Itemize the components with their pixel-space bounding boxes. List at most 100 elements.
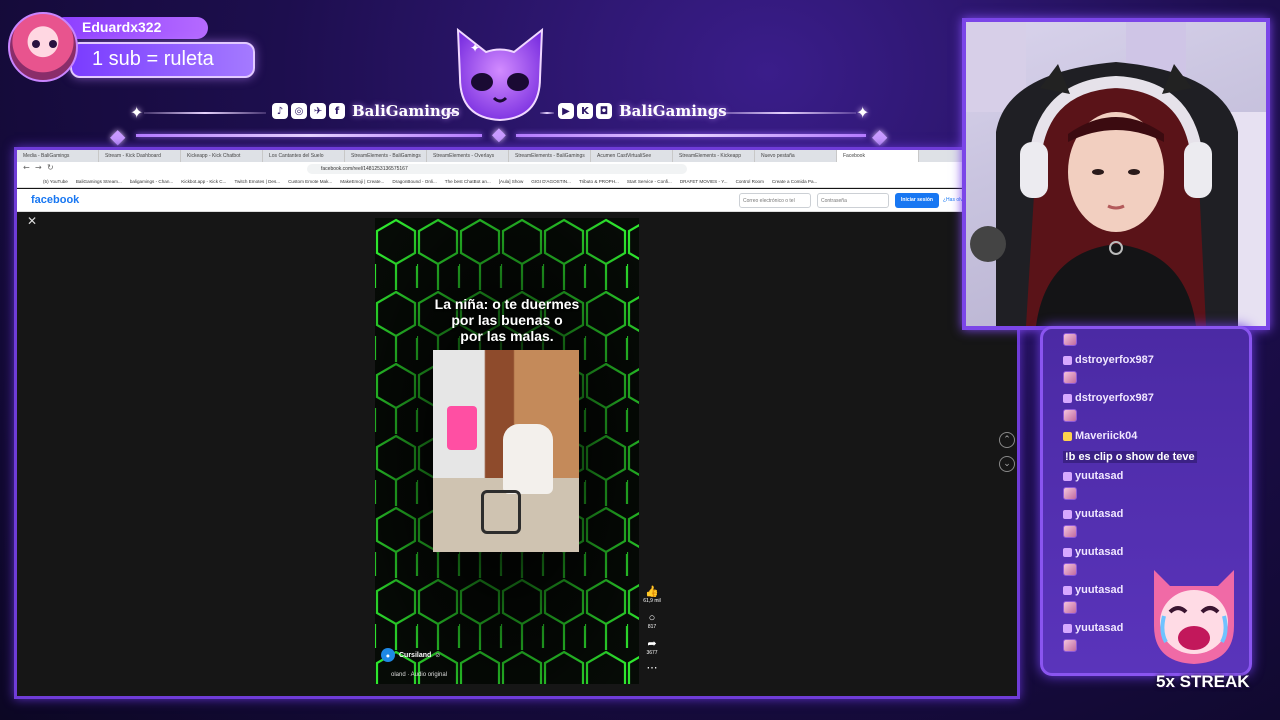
facebook-icon: f [329, 103, 345, 119]
chat-username[interactable]: dstroyerfox987 [1075, 392, 1154, 404]
chat-message: yuutasad [1063, 469, 1243, 483]
header-line-lower [136, 134, 482, 137]
browser-capture: Media - BaliGamings Stream - Kick Dashbo… [14, 147, 1020, 699]
social-group-right: ▶ K ◘ BaliGamings [558, 102, 727, 120]
chat-username[interactable]: yuutasad [1075, 508, 1123, 520]
bookmark-item[interactable]: Tributo & PROPH... [575, 176, 623, 187]
emote-icon [1063, 333, 1077, 346]
verified-icon: ⊘ [435, 651, 441, 659]
facebook-logo[interactable]: facebook [31, 194, 79, 206]
streamer-cam [966, 22, 1266, 326]
svg-text:✦: ✦ [470, 41, 480, 55]
browser-tab[interactable]: StreamElements - BaliGamings [509, 150, 591, 162]
bookmark-item[interactable]: MakeEmoji | Create... [336, 176, 388, 187]
browser-tab-active[interactable]: Facebook [837, 150, 919, 162]
bookmark-item[interactable]: Kickbot.app - Kick C... [177, 176, 230, 187]
comment-count: 817 [647, 624, 657, 630]
browser-tab[interactable]: Kickeapp - Kick Chatbot [181, 150, 263, 162]
address-input[interactable] [307, 164, 687, 174]
streak-mascot-icon [1154, 570, 1234, 664]
share-button[interactable]: ➦ 3677 [641, 638, 663, 656]
author-avatar: ● [381, 648, 395, 662]
social-handle-right: BaliGamings [619, 102, 727, 120]
bookmark-item[interactable]: The best ChatBot an... [441, 176, 495, 187]
emote-icon [1063, 409, 1077, 422]
password-field[interactable]: Contraseña [817, 193, 889, 208]
address-bar: ← → ↻ [17, 162, 1017, 176]
chat-emote-row [1063, 409, 1243, 427]
cat-logo-icon: ✦ [456, 27, 544, 122]
bookmark-item[interactable]: DRAFET MOVIES - Y... [676, 176, 732, 187]
diamond-icon: ◆ [872, 124, 888, 148]
diamond-icon: ◆ [492, 124, 506, 145]
sub-badge-icon [1063, 393, 1072, 403]
chat-emote-row [1063, 525, 1243, 543]
instagram-icon: ◎ [291, 103, 307, 119]
bookmark-item[interactable]: Custom Emote Mak... [284, 176, 336, 187]
browser-tab[interactable]: StreamElements - Overlays [427, 150, 509, 162]
chat-username[interactable]: yuutasad [1075, 622, 1123, 634]
browser-tab[interactable]: Nuevo pestaña [755, 150, 837, 162]
browser-tab[interactable]: Los Cantantes del Suelo [263, 150, 345, 162]
social-group-left: ♪ ◎ ✈ f BaliGamings [272, 102, 460, 120]
like-button[interactable]: 👍 61,9 mil [641, 586, 663, 604]
bookmark-item[interactable]: [Aula] Show [495, 176, 528, 187]
back-icon[interactable]: ← [23, 163, 30, 172]
bookmark-item[interactable]: BaliGamings Stream... [72, 176, 126, 187]
bookmark-item[interactable]: Start Service - Confi... [623, 176, 676, 187]
chat-username[interactable]: yuutasad [1075, 584, 1123, 596]
stroller [481, 490, 521, 534]
sub-badge-icon [1063, 547, 1072, 557]
reel-audio[interactable]: oland · Audio original [391, 672, 447, 678]
author-name: Cursiland [399, 651, 432, 659]
bookmarks-bar: (5) YouTube BaliGamings Stream... baliga… [17, 176, 1017, 188]
chat-message: dstroyerfox987 [1063, 353, 1243, 367]
sub-badge-icon [1063, 585, 1072, 595]
chat-emote-row [1063, 371, 1243, 389]
previous-reel-button[interactable]: ⌃ [999, 432, 1015, 448]
bookmark-item[interactable]: DragonBound - Onli... [388, 176, 440, 187]
sub-badge-icon [1063, 355, 1072, 365]
sub-alert-username: Eduardx322 [60, 17, 208, 39]
browser-tab[interactable]: Media - BaliGamings [17, 150, 99, 162]
youtube-icon: ▶ [558, 103, 574, 119]
reload-icon[interactable]: ↻ [47, 163, 54, 172]
browser-tab-bar: Media - BaliGamings Stream - Kick Dashbo… [17, 150, 1017, 162]
more-button[interactable]: ⋯ [641, 662, 663, 674]
bookmark-item[interactable]: Twitch Emotes | Des... [230, 176, 284, 187]
bookmark-item[interactable]: Create a Comida Pa... [768, 176, 821, 187]
sub-badge-icon [1063, 623, 1072, 633]
child [503, 424, 553, 494]
email-field[interactable]: Correo electrónico o tel [739, 193, 811, 208]
browser-tab[interactable]: Acumen CastVirtualiSee [591, 150, 673, 162]
browser-tab[interactable]: Stream - Kick Dashboard [99, 150, 181, 162]
streak-counter: 5x STREAK [1156, 672, 1250, 691]
sparkle-icon: ✦ [130, 103, 144, 122]
reel-author[interactable]: ● Cursiland ⊘ [381, 648, 440, 662]
chat-username[interactable]: dstroyerfox987 [1075, 354, 1154, 366]
chat-message: Maveriick04 [1063, 429, 1243, 443]
reel-video-frame[interactable]: La niña: o te duermes por las buenas o p… [375, 218, 639, 684]
chat-username[interactable]: Maveriick04 [1075, 430, 1137, 442]
chat-username[interactable]: yuutasad [1075, 546, 1123, 558]
chat-emote-row [1063, 333, 1243, 351]
bookmark-item[interactable]: (5) YouTube [39, 176, 72, 187]
bookmark-item[interactable]: GIGI D'AGOSTIN... [527, 176, 575, 187]
chat-message-text: !b es clip o show de teve [1063, 447, 1243, 465]
header-line [144, 112, 266, 114]
browser-tab[interactable]: StreamElements - BaliGamings [345, 150, 427, 162]
browser-tab[interactable]: StreamElements - Kickeapp [673, 150, 755, 162]
reel-caption: La niña: o te duermes por las buenas o p… [434, 296, 580, 344]
forward-icon[interactable]: → [35, 163, 42, 172]
sub-badge-icon [1063, 509, 1072, 519]
sparkle-icon: ✦ [856, 103, 870, 122]
chat-username[interactable]: yuutasad [1075, 470, 1123, 482]
forgot-password-link[interactable]: ¿Has olv [943, 197, 963, 203]
close-icon[interactable]: ✕ [27, 214, 37, 228]
comment-button[interactable]: ○ 817 [641, 612, 663, 630]
like-count: 61,9 mil [643, 598, 661, 604]
next-reel-button[interactable]: ⌄ [999, 456, 1015, 472]
login-button[interactable]: Iniciar sesión [895, 193, 939, 208]
bookmark-item[interactable]: Control Room [732, 176, 768, 187]
bookmark-item[interactable]: baligamings - Chan... [126, 176, 177, 187]
